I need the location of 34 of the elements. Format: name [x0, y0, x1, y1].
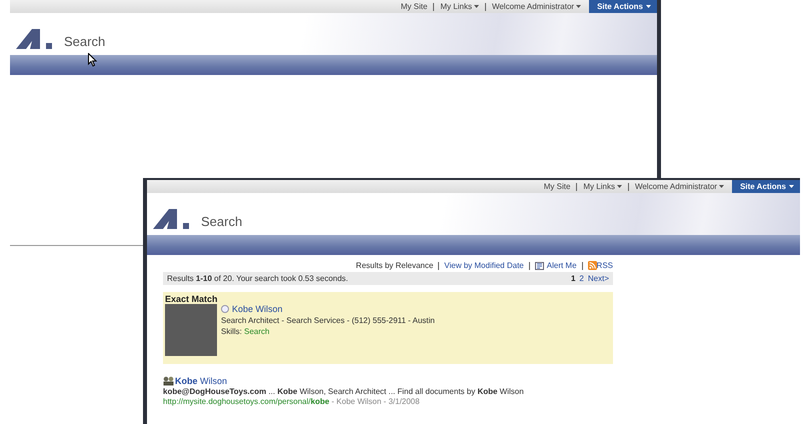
site-actions-menu[interactable]: Site Actions [732, 180, 800, 193]
caret-icon [789, 185, 794, 188]
photo-placeholder [165, 304, 217, 356]
skills-label: Skills: [221, 327, 242, 336]
page-link[interactable]: 2 [579, 274, 584, 283]
page-title: Search [201, 215, 242, 229]
top-link[interactable]: My Site [400, 2, 428, 11]
top-link[interactable]: Welcome Administrator [634, 182, 724, 191]
top-link[interactable]: My Links [583, 182, 622, 191]
page-link[interactable]: 1 [570, 274, 576, 283]
results-summary: Results 1-10 of 20. Your search took 0.53 seconds. [167, 274, 348, 283]
top-link[interactable]: My Links [440, 2, 479, 11]
page-link[interactable]: Next> [588, 274, 609, 283]
skill-link[interactable]: Search [244, 327, 270, 336]
alert-me-link[interactable]: Alert Me [546, 261, 577, 270]
person-icon [221, 305, 229, 313]
result-url[interactable]: http://mysite.doghousetoys.com/personal/kobe [163, 397, 330, 406]
mouse-pointer-icon [88, 53, 97, 67]
site-actions-menu[interactable]: Site Actions [589, 0, 657, 13]
sort-link[interactable]: View by Modified Date [444, 261, 524, 270]
people-icon [163, 376, 174, 386]
result-title-link[interactable]: Kobe Wilson [163, 376, 613, 386]
result-meta: - Kobe Wilson - 3/1/2008 [330, 397, 420, 406]
result-snippet: kobe@DogHouseToys.com ... Kobe Wilson, Search Architect ... Find all documents by Kobe Wilson [163, 387, 525, 396]
caret-icon [646, 5, 651, 8]
top-link[interactable]: Welcome Administrator [492, 2, 582, 11]
top-link[interactable]: My Site [544, 182, 570, 191]
page-title: Search [64, 35, 106, 49]
rss-icon [588, 261, 597, 270]
rss-link[interactable]: RSS [588, 261, 613, 270]
person-details: Search Architect - Search Services - (512) 555-2911 - Austin [221, 316, 435, 325]
exact-match-heading: Exact Match [165, 294, 219, 304]
person-name-link[interactable]: Kobe Wilson [221, 304, 435, 314]
sort-label: Results by Relevance [356, 261, 434, 270]
